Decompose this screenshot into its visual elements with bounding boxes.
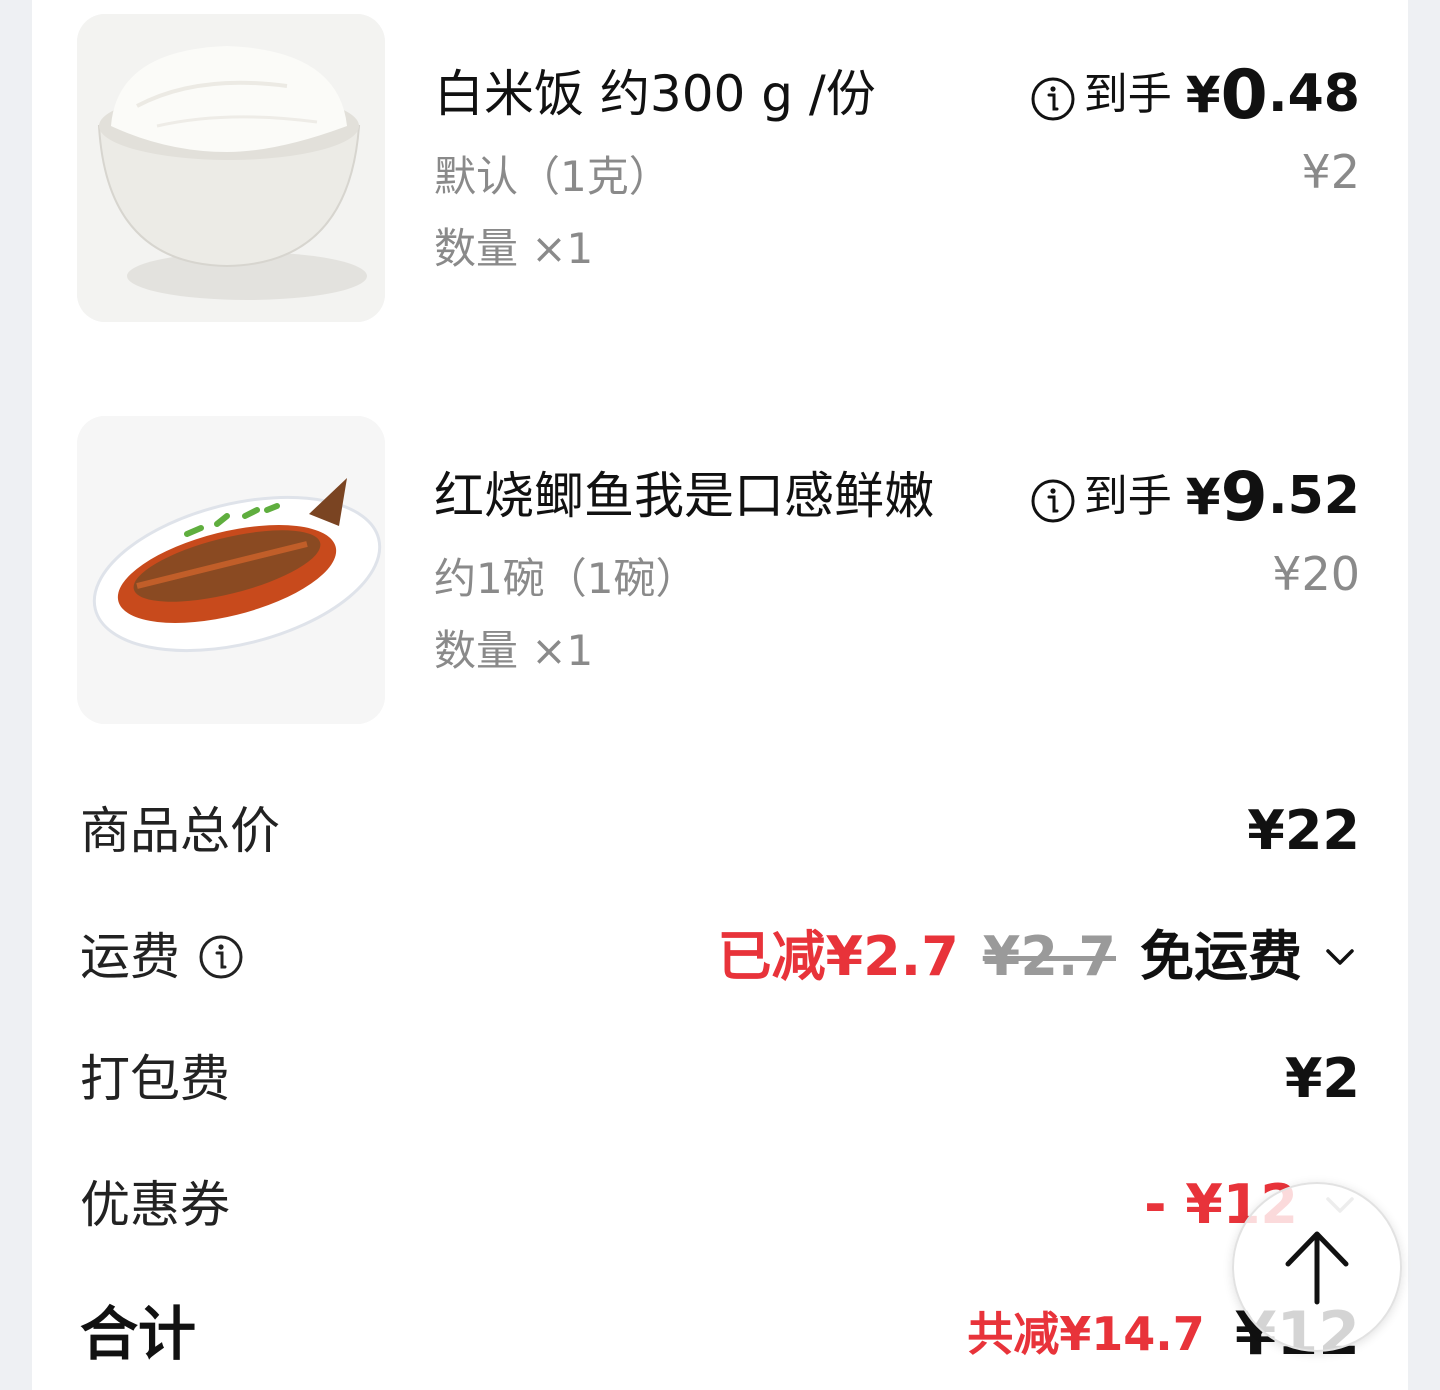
- currency-symbol: ¥: [1185, 468, 1221, 526]
- price-decimal: .48: [1267, 64, 1360, 124]
- coupon-row[interactable]: 优惠券 - ¥12: [32, 1160, 1408, 1250]
- original-price: ¥20: [1272, 547, 1360, 601]
- info-circle-icon[interactable]: [1030, 478, 1076, 524]
- item-quantity: 数量 ×1: [434, 224, 594, 273]
- order-item[interactable]: 白米饭 约300 g /份 到手 ¥ 0 .48 ¥2 默认（1克） 数量 ×1: [32, 0, 1408, 322]
- coupon-label: 优惠券: [80, 1176, 230, 1234]
- total-saved: 共减¥14.7: [967, 1286, 1205, 1382]
- delivery-fee-label-group: 运费: [80, 912, 244, 1002]
- total-row: 合计 共减¥14.7 ¥12: [32, 1286, 1408, 1382]
- free-delivery-text: 免运费: [1140, 925, 1302, 988]
- packing-fee-label: 打包费: [80, 1050, 230, 1108]
- info-circle-icon[interactable]: [1030, 76, 1076, 122]
- info-circle-icon[interactable]: [198, 934, 244, 980]
- subtotal-row: 商品总价 ¥22: [32, 786, 1408, 876]
- deal-price: 到手 ¥ 0 .48: [1030, 58, 1360, 134]
- item-quantity: 数量 ×1: [434, 626, 594, 675]
- rice-bowl-image: [77, 14, 385, 322]
- price-integer: 9: [1220, 458, 1268, 537]
- item-spec: 默认（1克）: [434, 152, 671, 201]
- delivery-discount: 已减¥2.7: [717, 925, 959, 988]
- price-decimal: .52: [1267, 466, 1360, 526]
- daoshou-label: 到手: [1083, 69, 1172, 120]
- deal-price: 到手 ¥ 9 .52: [1030, 460, 1360, 536]
- back-to-top-button[interactable]: [1232, 1182, 1402, 1352]
- daoshou-label: 到手: [1083, 471, 1172, 522]
- braised-fish-image: [77, 416, 385, 724]
- total-label: 合计: [80, 1300, 197, 1368]
- delivery-fee-value[interactable]: 已减¥2.7 ¥2.7 免运费: [718, 912, 1360, 1002]
- packing-fee-value: ¥2: [1284, 1047, 1360, 1110]
- original-price: ¥2: [1301, 145, 1360, 199]
- item-name: 红烧鲫鱼我是口感鲜嫩: [434, 467, 934, 525]
- total-saved-prefix: 共减: [967, 1307, 1060, 1361]
- delivery-original-price: ¥2.7: [982, 925, 1116, 988]
- chevron-down-icon[interactable]: [1320, 937, 1360, 977]
- arrow-up-icon: [1285, 1231, 1349, 1305]
- delivery-fee-label: 运费: [80, 928, 180, 986]
- currency-symbol: ¥: [1185, 66, 1221, 124]
- item-name: 白米饭 约300 g /份: [434, 65, 876, 123]
- item-spec: 约1碗（1碗）: [434, 554, 698, 603]
- delivery-fee-row[interactable]: 运费 已减¥2.7 ¥2.7 免运费: [32, 912, 1408, 1002]
- subtotal-label: 商品总价: [80, 802, 280, 860]
- price-integer: 0: [1220, 56, 1268, 135]
- packing-fee-row: 打包费 ¥2: [32, 1034, 1408, 1124]
- order-item[interactable]: 红烧鲫鱼我是口感鲜嫩 到手 ¥ 9 .52 ¥20 约1碗（1碗） 数量 ×1: [32, 402, 1408, 724]
- total-saved-amount: ¥14.7: [1059, 1307, 1205, 1361]
- order-card: 白米饭 约300 g /份 到手 ¥ 0 .48 ¥2 默认（1克） 数量 ×1: [32, 0, 1408, 1390]
- subtotal-value: ¥22: [1247, 799, 1360, 862]
